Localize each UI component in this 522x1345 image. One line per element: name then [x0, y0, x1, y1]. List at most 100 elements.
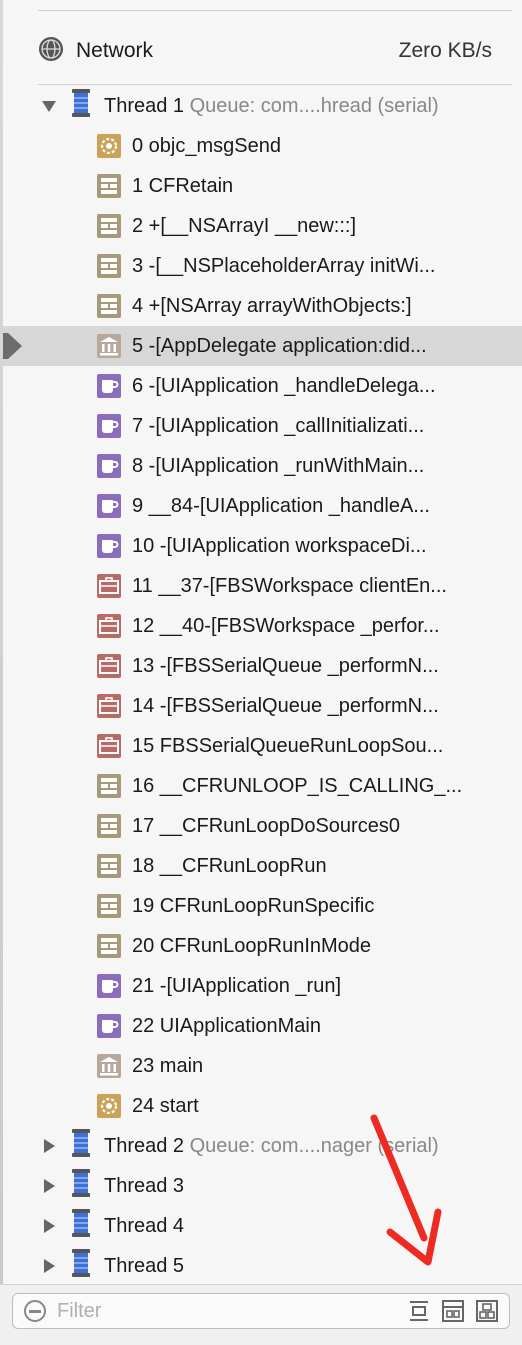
framework-icon	[96, 893, 122, 919]
divider	[38, 84, 512, 85]
stack-frame-row[interactable]: 10 -[UIApplication workspaceDi...	[0, 526, 522, 566]
stack-frame-label: 21 -[UIApplication _run]	[132, 974, 342, 997]
stack-frame-label: 18 __CFRunLoopRun	[132, 854, 327, 877]
stack-frame-row-selected[interactable]: 5 -[AppDelegate application:did...	[0, 326, 522, 366]
stack-frame-label: 1 CFRetain	[132, 174, 234, 197]
thread-queue: Queue: com....nager (serial)	[189, 1134, 439, 1157]
stack-frame-label: 15 FBSSerialQueueRunLoopSou...	[132, 734, 444, 757]
network-rate: Zero KB/s	[398, 39, 492, 62]
uikit-icon	[96, 973, 122, 999]
stack-frame-row[interactable]: 14 -[FBSSerialQueue _performN...	[0, 686, 522, 726]
framework-icon	[96, 293, 122, 319]
stack-frame-label: 11 __37-[FBSWorkspace clientEn...	[132, 574, 447, 597]
thread-spool-icon	[68, 1129, 94, 1163]
stack-frame-row[interactable]: 20 CFRunLoopRunInMode	[0, 926, 522, 966]
filter-box[interactable]	[12, 1293, 510, 1329]
stack-frame-label: 0 objc_msgSend	[132, 134, 281, 157]
framework-icon	[96, 773, 122, 799]
show-only-crashed-threads-icon[interactable]	[407, 1299, 431, 1323]
disclosure-closed-icon[interactable]	[40, 1137, 58, 1155]
disclosure-closed-icon[interactable]	[40, 1217, 58, 1235]
stack-frame-row[interactable]: 22 UIApplicationMain	[0, 1006, 522, 1046]
stack-frame-row[interactable]: 16 __CFRUNLOOP_IS_CALLING_...	[0, 766, 522, 806]
stack-frame-row[interactable]: 12 __40-[FBSWorkspace _perfor...	[0, 606, 522, 646]
thread-row-1[interactable]: Thread 1 Queue: com....hread (serial)	[0, 86, 522, 126]
network-row[interactable]: Network Zero KB/s	[38, 32, 492, 70]
stack-frame-label: 3 -[__NSPlaceholderArray initWi...	[132, 254, 436, 277]
stack-frame-row[interactable]: 3 -[__NSPlaceholderArray initWi...	[0, 246, 522, 286]
thread-label: Thread 5	[104, 1254, 185, 1277]
stack-frame-row[interactable]: 21 -[UIApplication _run]	[0, 966, 522, 1006]
thread-spool-icon	[68, 89, 94, 123]
filter-icon[interactable]	[23, 1299, 47, 1323]
thread-queue: Queue: com....hread (serial)	[189, 94, 439, 117]
network-label: Network	[76, 39, 154, 62]
divider	[38, 10, 512, 11]
stack-frame-label: 23 main	[132, 1054, 204, 1077]
stack-frame-row[interactable]: 8 -[UIApplication _runWithMain...	[0, 446, 522, 486]
framework-icon	[96, 253, 122, 279]
thread-label: Thread 2	[104, 1134, 185, 1157]
stack-frame-label: 22 UIApplicationMain	[132, 1014, 321, 1037]
stack-frame-row[interactable]: 24 start	[0, 1086, 522, 1126]
show-running-blocks-icon[interactable]	[475, 1299, 499, 1323]
stack-frame-label: 12 __40-[FBSWorkspace _perfor...	[132, 614, 440, 637]
stack-frame-label: 5 -[AppDelegate application:did...	[132, 334, 427, 357]
stack-frame-label: 19 CFRunLoopRunSpecific	[132, 894, 375, 917]
thread-row-2[interactable]: Thread 2 Queue: com....nager (serial)	[0, 1126, 522, 1166]
stack-frame-label: 4 +[NSArray arrayWithObjects:]	[132, 294, 412, 317]
filter-input[interactable]	[55, 1298, 359, 1324]
uikit-icon	[96, 1013, 122, 1039]
network-globe-icon	[38, 36, 64, 67]
stack-frame-row[interactable]: 0 objc_msgSend	[0, 126, 522, 166]
user-code-icon	[96, 333, 122, 359]
thread-spool-icon	[68, 1209, 94, 1243]
thread-row-3[interactable]: Thread 3	[0, 1166, 522, 1206]
stack-frame-row[interactable]: 7 -[UIApplication _callInitializati...	[0, 406, 522, 446]
thread-row-4[interactable]: Thread 4	[0, 1206, 522, 1246]
framework-icon	[96, 173, 122, 199]
disclosure-open-icon[interactable]	[40, 97, 58, 115]
stack-frame-label: 13 -[FBSSerialQueue _performN...	[132, 654, 439, 677]
stack-frame-label: 20 CFRunLoopRunInMode	[132, 934, 372, 957]
stack-frame-row[interactable]: 13 -[FBSSerialQueue _performN...	[0, 646, 522, 686]
stack-frame-row[interactable]: 4 +[NSArray arrayWithObjects:]	[0, 286, 522, 326]
framework-icon	[96, 933, 122, 959]
stack-frame-label: 8 -[UIApplication _runWithMain...	[132, 454, 425, 477]
stack-frame-row[interactable]: 19 CFRunLoopRunSpecific	[0, 886, 522, 926]
gear-icon	[96, 133, 122, 159]
stack-frame-row[interactable]: 15 FBSSerialQueueRunLoopSou...	[0, 726, 522, 766]
uikit-icon	[96, 493, 122, 519]
current-frame-marker-tip	[8, 333, 22, 359]
stack-frame-row[interactable]: 1 CFRetain	[0, 166, 522, 206]
stack-frame-label: 14 -[FBSSerialQueue _performN...	[132, 694, 439, 717]
filter-bar	[0, 1284, 522, 1345]
briefcase-icon	[96, 613, 122, 639]
uikit-icon	[96, 453, 122, 479]
stack-frame-row[interactable]: 23 main	[0, 1046, 522, 1086]
disclosure-closed-icon[interactable]	[40, 1177, 58, 1195]
stack-frame-row[interactable]: 6 -[UIApplication _handleDelega...	[0, 366, 522, 406]
stack-frame-row[interactable]: 2 +[__NSArrayI __new:::]	[0, 206, 522, 246]
gear-icon	[96, 1093, 122, 1119]
briefcase-icon	[96, 653, 122, 679]
disclosure-closed-icon[interactable]	[40, 1257, 58, 1275]
stack-frame-row[interactable]: 11 __37-[FBSWorkspace clientEn...	[0, 566, 522, 606]
show-frames-with-debug-symbols-icon[interactable]	[441, 1299, 465, 1323]
stack-frame-label: 2 +[__NSArrayI __new:::]	[132, 214, 357, 237]
framework-icon	[96, 213, 122, 239]
stack-frame-label: 17 __CFRunLoopDoSources0	[132, 814, 400, 837]
stack-frame-row[interactable]: 9 __84-[UIApplication _handleA...	[0, 486, 522, 526]
stack-frame-label: 9 __84-[UIApplication _handleA...	[132, 494, 430, 517]
thread-row-5[interactable]: Thread 5	[0, 1246, 522, 1286]
uikit-icon	[96, 373, 122, 399]
stack-frame-label: 24 start	[132, 1094, 199, 1117]
stack-frame-row[interactable]: 17 __CFRunLoopDoSources0	[0, 806, 522, 846]
stack-frame-row[interactable]: 18 __CFRunLoopRun	[0, 846, 522, 886]
framework-icon	[96, 853, 122, 879]
thread-label: Thread 4	[104, 1214, 185, 1237]
briefcase-icon	[96, 693, 122, 719]
briefcase-icon	[96, 733, 122, 759]
framework-icon	[96, 813, 122, 839]
stack-frame-label: 10 -[UIApplication workspaceDi...	[132, 534, 427, 557]
